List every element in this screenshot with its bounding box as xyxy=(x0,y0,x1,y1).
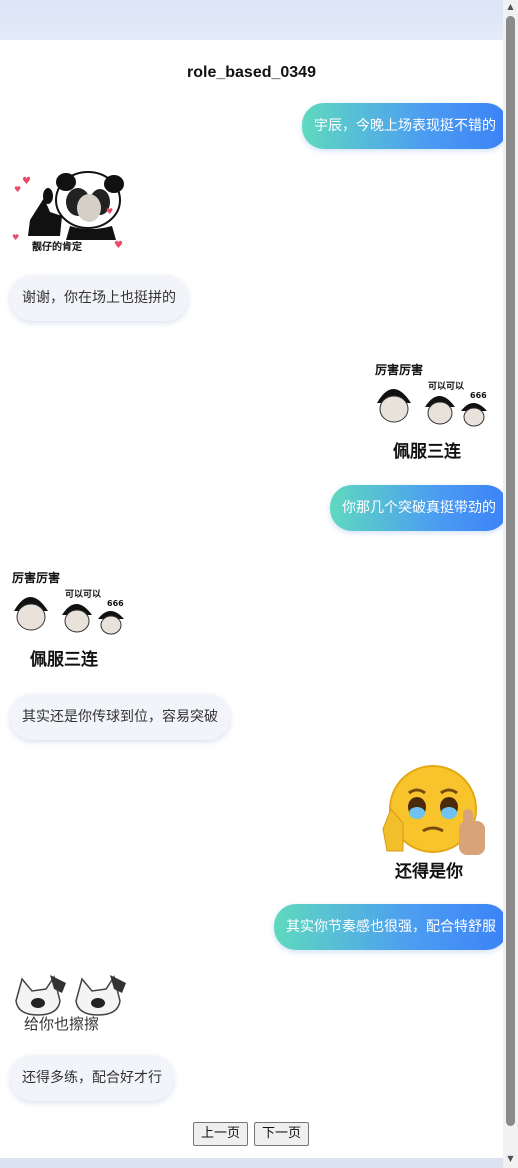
sticker-caption-bottom: 佩服三连 xyxy=(30,650,98,670)
message-bubble-outgoing: 宇辰，今晚上场表现挺不错的 xyxy=(302,103,508,149)
sticker-caption: 靓仔的肯定 xyxy=(32,242,82,253)
next-page-button[interactable]: 下一页 xyxy=(254,1122,310,1146)
scroll-up-arrow-icon[interactable]: ▲ xyxy=(503,0,518,14)
sticker-caption: 给你也擦擦 xyxy=(24,1015,100,1033)
scrollbar-thumb[interactable] xyxy=(506,16,515,1126)
panda-thumbs-up-sticker: ♥ ♥ ♥ ♥ ♥ 靓仔的肯定 xyxy=(10,170,130,254)
bowl-cut-faces-sticker: 厉害厉害 可以可以 666 佩服三连 xyxy=(10,553,130,671)
sticker-caption-mid: 可以可以 xyxy=(428,382,465,392)
sticker-caption-number: 666 xyxy=(107,599,124,608)
message-bubble-incoming: 其实还是你传球到位，容易突破 xyxy=(10,694,230,740)
message-bubble-incoming: 还得多练，配合好才行 xyxy=(10,1055,174,1101)
svg-text:♥: ♥ xyxy=(114,240,123,251)
header-band xyxy=(0,0,503,40)
message-bubble-incoming: 谢谢，你在场上也挺拼的 xyxy=(10,275,188,321)
svg-text:♥: ♥ xyxy=(22,176,31,187)
teary-emoji-thumbs-up-sticker: 还得是你 xyxy=(373,763,493,881)
sticker-caption: 还得是你 xyxy=(395,862,463,881)
sticker-caption-number: 666 xyxy=(470,391,487,400)
footer-band xyxy=(0,1158,503,1168)
sticker-caption-top: 厉害厉害 xyxy=(375,363,424,377)
bowl-cut-faces-sticker: 厉害厉害 可以可以 666 佩服三连 xyxy=(373,345,493,463)
sticker-caption-top: 厉害厉害 xyxy=(12,571,61,585)
message-bubble-outgoing: 其实你节奏感也很强，配合特舒服 xyxy=(274,904,508,950)
svg-text:♥: ♥ xyxy=(12,233,19,242)
scroll-down-arrow-icon[interactable]: ▼ xyxy=(503,1152,518,1166)
cats-wiping-sticker: 给你也擦擦 xyxy=(10,971,130,1033)
prev-page-button[interactable]: 上一页 xyxy=(193,1122,249,1146)
sticker-caption-bottom: 佩服三连 xyxy=(393,442,461,462)
svg-text:♥: ♥ xyxy=(106,207,113,216)
scrollbar[interactable]: ▲ ▼ xyxy=(503,0,518,1168)
svg-text:♥: ♥ xyxy=(14,185,21,194)
sticker-caption-mid: 可以可以 xyxy=(65,590,102,600)
message-bubble-outgoing: 你那几个突破真挺带劲的 xyxy=(330,485,508,531)
chat-title: role_based_0349 xyxy=(187,64,316,81)
